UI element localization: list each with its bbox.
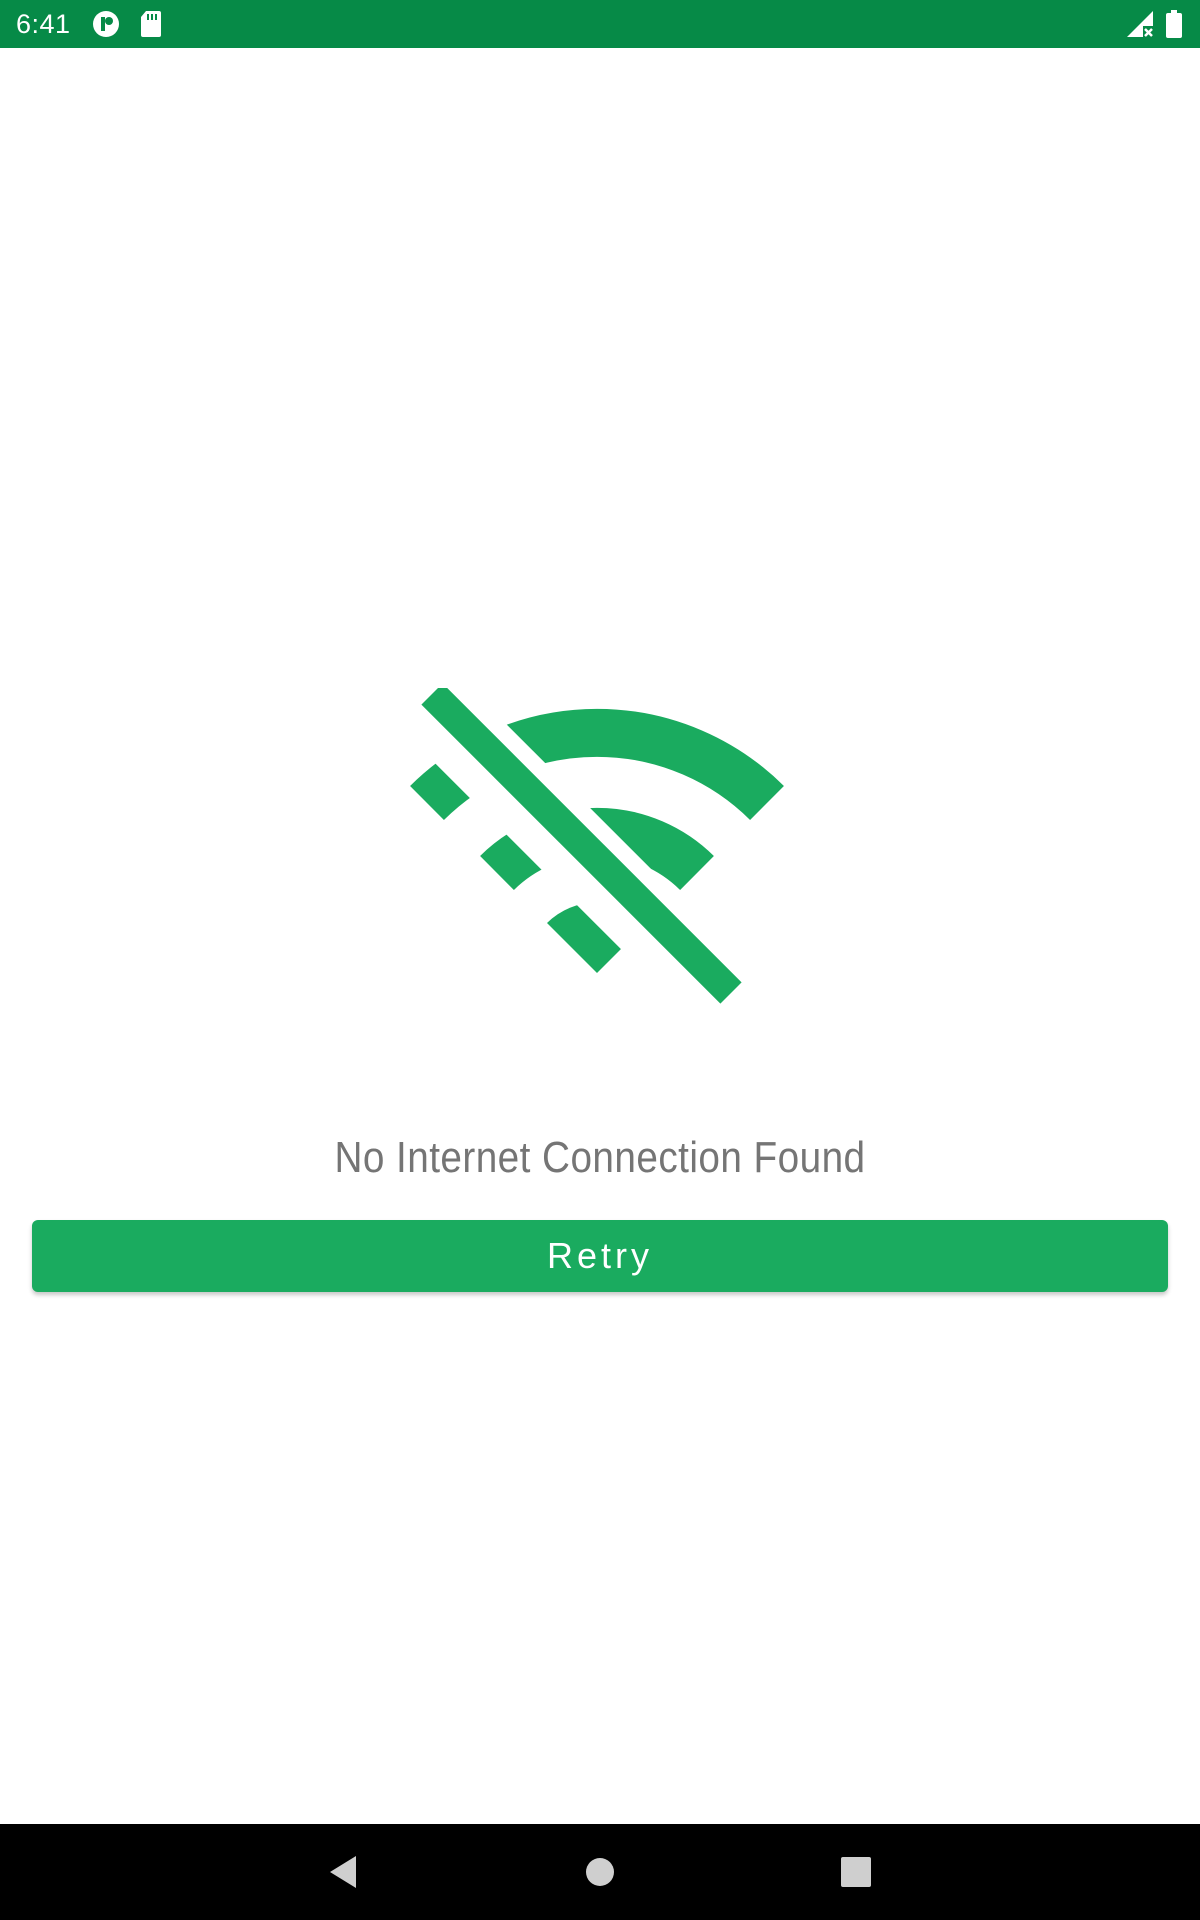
retry-button[interactable]: Retry [32,1220,1168,1292]
recents-icon[interactable] [836,1852,876,1892]
status-bar: 6:41 [0,0,1200,48]
wifi-off-icon [392,665,800,1031]
signal-no-data-icon [1126,10,1154,38]
sd-card-icon [140,10,162,38]
notification-app-icon [92,10,120,38]
status-time: 6:41 [16,9,71,39]
battery-icon [1166,10,1182,38]
back-icon[interactable] [324,1852,364,1892]
no-connection-message: No Internet Connection Found [334,1133,866,1182]
no-connection-screen: No Internet Connection Found Retry [0,48,1200,1824]
home-icon[interactable] [580,1852,620,1892]
navigation-bar [0,1824,1200,1920]
